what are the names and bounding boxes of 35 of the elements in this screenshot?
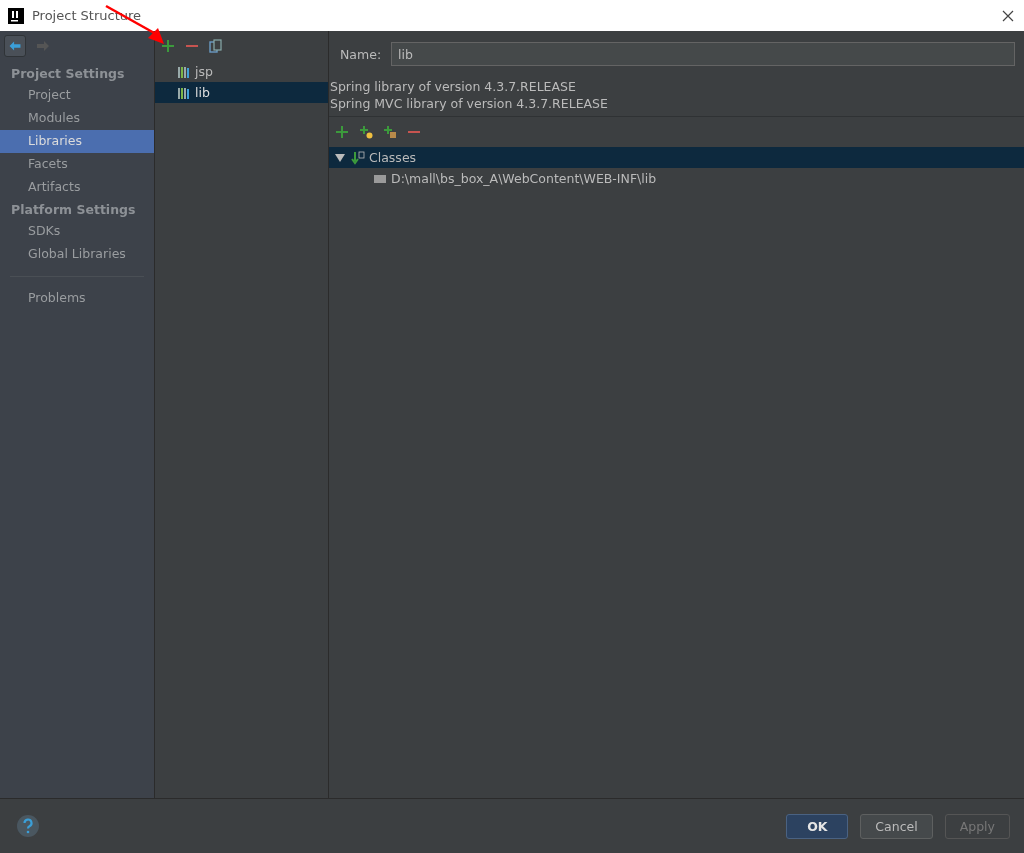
sidebar-item[interactable]: SDKs [0, 220, 154, 243]
close-icon[interactable] [1002, 9, 1014, 22]
add-globe-icon[interactable] [359, 125, 373, 139]
library-icon [177, 85, 191, 100]
sidebar-item[interactable]: Project [0, 84, 154, 107]
sidebar-item[interactable]: Global Libraries [0, 243, 154, 266]
library-item[interactable]: jsp [155, 61, 328, 82]
sidebar-item[interactable]: Libraries [0, 130, 154, 153]
sidebar-item[interactable]: Problems [0, 287, 154, 310]
add-icon[interactable] [335, 125, 349, 139]
library-name: lib [195, 85, 210, 100]
library-icon [177, 64, 191, 79]
copy-icon[interactable] [209, 39, 223, 53]
library-name: jsp [195, 64, 213, 79]
add-icon[interactable] [161, 39, 175, 53]
name-field[interactable]: lib [391, 42, 1015, 66]
name-label: Name: [340, 46, 382, 62]
library-description: Spring library of version 4.3.7.RELEASE [329, 78, 577, 95]
sidebar-item[interactable]: Modules [0, 107, 154, 130]
app-logo-icon [8, 7, 24, 24]
section-heading: Platform Settings [10, 201, 137, 219]
tree-row[interactable]: Classes [329, 147, 1024, 168]
dialog-button[interactable]: Cancel [860, 813, 933, 839]
tree-row[interactable]: D:\mall\bs_box_A\WebContent\WEB-INF\lib [329, 168, 1024, 189]
add-jar-icon[interactable] [383, 125, 397, 139]
sidebar-item[interactable]: Facets [0, 153, 154, 176]
classes-icon [351, 150, 365, 165]
tree-label: D:\mall\bs_box_A\WebContent\WEB-INF\lib [391, 171, 657, 186]
dialog-button[interactable]: OK [786, 813, 849, 839]
sidebar-item[interactable]: Artifacts [0, 176, 154, 199]
library-item[interactable]: lib [155, 82, 328, 103]
help-icon[interactable] [16, 814, 40, 838]
tree-label: Classes [369, 150, 417, 165]
library-description: Spring MVC library of version 4.3.7.RELEASE [329, 95, 609, 112]
section-heading: Project Settings [10, 65, 126, 83]
